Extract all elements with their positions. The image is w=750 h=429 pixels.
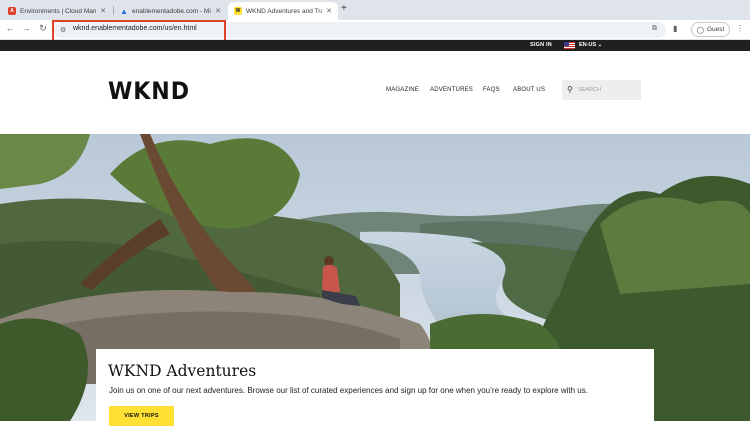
tab-environments[interactable]: A Environments | Cloud Manag ✕ xyxy=(2,2,112,20)
us-flag-icon xyxy=(564,42,575,49)
adobe-red-icon: A xyxy=(8,7,16,15)
tab-enablementadobe[interactable]: ▲ enablementadobe.com - Micr ✕ xyxy=(114,2,227,20)
reload-icon[interactable]: ↻ xyxy=(36,23,50,34)
nav-item-adventures[interactable]: ADVENTURES xyxy=(430,87,473,93)
new-tab-button[interactable]: + xyxy=(341,3,347,14)
language-selector[interactable]: EN-US ⌄ xyxy=(579,42,602,48)
chevron-down-icon: ⌄ xyxy=(597,42,603,48)
utility-bar: SIGN IN EN-US ⌄ xyxy=(0,40,750,51)
wknd-logo[interactable]: WKND xyxy=(108,77,190,105)
tab-title: WKND Adventures and Travel xyxy=(246,7,322,15)
side-panel-icon[interactable]: ▮ xyxy=(673,24,677,33)
person-icon: ◯ xyxy=(696,26,704,34)
language-label: EN-US xyxy=(579,42,597,48)
nav-item-faqs[interactable]: FAQS xyxy=(483,87,500,93)
forward-icon[interactable]: → xyxy=(19,23,33,33)
back-icon[interactable]: ← xyxy=(3,23,17,33)
hero-description: Join us on one of our next adventures. B… xyxy=(109,386,588,395)
wknd-yellow-icon: W xyxy=(234,7,242,15)
tab-strip: A Environments | Cloud Manag ✕ ▲ enablem… xyxy=(0,0,750,20)
tab-title: enablementadobe.com - Micr xyxy=(132,7,212,15)
menu-dots-icon[interactable]: ⋮ xyxy=(736,24,744,33)
triangle-blue-icon: ▲ xyxy=(120,6,128,16)
search-icon: ⚲ xyxy=(567,85,573,94)
site-header: WKND MAGAZINE ADVENTURES FAQS ABOUT US ⚲… xyxy=(0,51,750,134)
search-input[interactable]: ⚲ SEARCH xyxy=(562,80,641,100)
hero-title: WKND Adventures xyxy=(108,362,257,380)
tab-title: Environments | Cloud Manag xyxy=(20,7,97,15)
profile-button[interactable]: ◯ Guest xyxy=(691,22,730,37)
tab-wknd[interactable]: W WKND Adventures and Travel ✕ xyxy=(228,2,338,20)
close-icon[interactable]: ✕ xyxy=(326,7,332,15)
extension-icon[interactable]: ⧉ xyxy=(652,25,657,33)
search-placeholder: SEARCH xyxy=(578,87,601,93)
close-icon[interactable]: ✕ xyxy=(215,7,221,15)
profile-label: Guest xyxy=(706,26,725,33)
close-icon[interactable]: ✕ xyxy=(100,7,106,15)
sign-in-link[interactable]: SIGN IN xyxy=(530,42,552,48)
view-trips-button[interactable]: VIEW TRIPS xyxy=(109,406,174,426)
nav-item-about-us[interactable]: ABOUT US xyxy=(513,87,545,93)
nav-item-magazine[interactable]: MAGAZINE xyxy=(386,87,419,93)
hero-card: WKND Adventures Join us on one of our ne… xyxy=(96,349,654,429)
